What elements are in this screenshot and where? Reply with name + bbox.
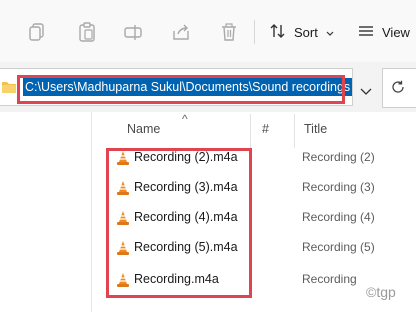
refresh-icon (391, 80, 405, 99)
column-separator[interactable] (250, 114, 251, 148)
watermark: ©tgp (366, 284, 396, 300)
command-bar: Sort View (0, 0, 416, 62)
file-title: Recording (4) (302, 210, 375, 224)
address-dropdown-button[interactable] (352, 68, 380, 106)
address-bar-row: C:\Users\Madhuparna Sukul\Documents\Soun… (0, 62, 416, 112)
view-label: View (382, 24, 410, 40)
column-header-name[interactable]: Name (127, 122, 160, 136)
sort-label: Sort (294, 24, 318, 40)
refresh-button[interactable] (382, 68, 416, 108)
column-header-number[interactable]: # (262, 122, 269, 136)
file-title: Recording (3) (302, 180, 375, 194)
column-header-title[interactable]: Title (304, 122, 327, 136)
file-title: Recording (302, 272, 357, 286)
address-bar[interactable]: C:\Users\Madhuparna Sukul\Documents\Soun… (0, 68, 353, 106)
file-title: Recording (5) (302, 240, 375, 254)
chevron-down-icon (326, 25, 334, 40)
files-highlight-box (106, 148, 252, 298)
rename-icon[interactable] (124, 22, 142, 42)
view-button[interactable]: View (358, 18, 410, 46)
copy-icon[interactable] (28, 22, 46, 42)
sort-ascending-icon: ^ (182, 112, 188, 126)
toolbar-separator (254, 20, 255, 44)
share-icon[interactable] (172, 22, 190, 42)
column-separator[interactable] (294, 114, 295, 148)
sort-icon (270, 23, 286, 42)
view-icon (358, 23, 374, 42)
delete-icon[interactable] (220, 22, 238, 42)
paste-icon[interactable] (78, 22, 96, 42)
file-title: Recording (2) (302, 150, 375, 164)
sort-button[interactable]: Sort (270, 18, 334, 46)
chevron-down-icon (360, 83, 372, 101)
folder-icon (2, 80, 16, 93)
path-highlight-box (17, 75, 345, 104)
